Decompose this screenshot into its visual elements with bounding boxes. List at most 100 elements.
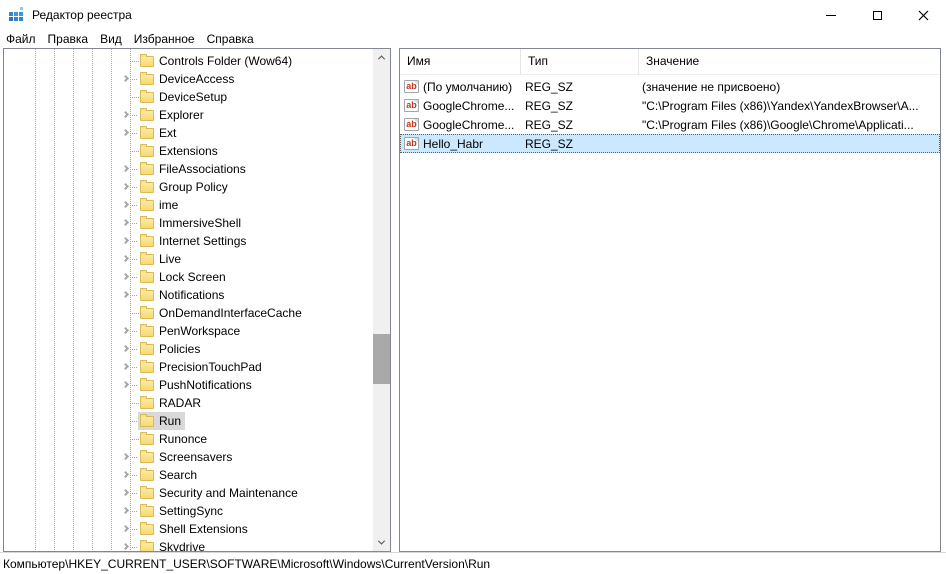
tree-item-content[interactable]: Shell Extensions: [138, 520, 252, 538]
tree-item-content[interactable]: DeviceAccess: [138, 70, 238, 88]
scroll-down-button[interactable]: [373, 534, 390, 551]
menu-item-file[interactable]: Файл: [0, 30, 42, 48]
tree-item-content[interactable]: Run: [138, 412, 186, 430]
column-header-type[interactable]: Тип: [521, 49, 639, 74]
tree-item-content[interactable]: PushNotifications: [138, 376, 256, 394]
tree-item-security-and-maintenance[interactable]: Security and Maintenance: [4, 484, 373, 502]
chevron-right-icon[interactable]: [121, 290, 130, 299]
tree-item-penworkspace[interactable]: PenWorkspace: [4, 322, 373, 340]
tree-item-content[interactable]: Policies: [138, 340, 204, 358]
chevron-right-icon[interactable]: [121, 344, 130, 353]
tree-item-content[interactable]: Runonce: [138, 430, 211, 448]
tree-item-devicesetup[interactable]: DeviceSetup: [4, 88, 373, 106]
tree-item-runonce[interactable]: Runonce: [4, 430, 373, 448]
tree-item-content[interactable]: FileAssociations: [138, 160, 250, 178]
chevron-right-icon[interactable]: [121, 236, 130, 245]
tree-item-content[interactable]: Notifications: [138, 286, 228, 304]
tree-item-explorer[interactable]: Explorer: [4, 106, 373, 124]
tree-item-content[interactable]: Security and Maintenance: [138, 484, 302, 502]
chevron-right-icon[interactable]: [121, 200, 130, 209]
tree-item-content[interactable]: Group Policy: [138, 178, 232, 196]
tree-item-extensions[interactable]: Extensions: [4, 142, 373, 160]
tree-item-fileassociations[interactable]: FileAssociations: [4, 160, 373, 178]
minimize-button[interactable]: [808, 0, 854, 30]
tree-item-content[interactable]: Controls Folder (Wow64): [138, 52, 296, 70]
tree-item-radar[interactable]: RADAR: [4, 394, 373, 412]
tree-item-content[interactable]: Extensions: [138, 142, 222, 160]
scrollbar-thumb[interactable]: [373, 334, 390, 384]
tree-item-group-policy[interactable]: Group Policy: [4, 178, 373, 196]
tree-item-content[interactable]: Ext: [138, 124, 180, 142]
panel-splitter[interactable]: [391, 48, 399, 552]
chevron-right-icon[interactable]: [121, 524, 130, 533]
tree-item-notifications[interactable]: Notifications: [4, 286, 373, 304]
chevron-right-icon[interactable]: [121, 218, 130, 227]
registry-value-row-googlechrome[interactable]: ab GoogleChrome... REG_SZ "C:\Program Files…: [400, 115, 940, 134]
tree-item-controls-folder-wow64[interactable]: Controls Folder (Wow64): [4, 52, 373, 70]
tree-item-shell-extensions[interactable]: Shell Extensions: [4, 520, 373, 538]
folder-icon: [140, 360, 154, 373]
tree-item-content[interactable]: DeviceSetup: [138, 88, 231, 106]
tree-item-ondemandinterfacecache[interactable]: OnDemandInterfaceCache: [4, 304, 373, 322]
tree-item-run[interactable]: Run: [4, 412, 373, 430]
menu-item-view[interactable]: Вид: [94, 30, 128, 48]
chevron-right-icon[interactable]: [121, 272, 130, 281]
tree-item-deviceaccess[interactable]: DeviceAccess: [4, 70, 373, 88]
tree-item-live[interactable]: Live: [4, 250, 373, 268]
registry-value-row-hello-habr[interactable]: ab Hello_Habr REG_SZ: [400, 134, 940, 153]
chevron-right-icon[interactable]: [121, 254, 130, 263]
maximize-button[interactable]: [854, 0, 900, 30]
chevron-right-icon[interactable]: [121, 182, 130, 191]
tree-item-internet-settings[interactable]: Internet Settings: [4, 232, 373, 250]
tree-item-content[interactable]: Lock Screen: [138, 268, 230, 286]
registry-value-row-value-0[interactable]: ab (По умолчанию) REG_SZ (значение не присв…: [400, 77, 940, 96]
tree-item-content[interactable]: Live: [138, 250, 185, 268]
chevron-right-icon[interactable]: [121, 488, 130, 497]
chevron-right-icon[interactable]: [121, 542, 130, 551]
tree-item-lock-screen[interactable]: Lock Screen: [4, 268, 373, 286]
tree-item-policies[interactable]: Policies: [4, 340, 373, 358]
chevron-right-icon[interactable]: [121, 380, 130, 389]
tree-scrollbar[interactable]: [373, 49, 390, 551]
tree-item-content[interactable]: Explorer: [138, 106, 208, 124]
tree-item-settingsync[interactable]: SettingSync: [4, 502, 373, 520]
chevron-right-icon[interactable]: [121, 110, 130, 119]
chevron-right-icon[interactable]: [121, 74, 130, 83]
tree-item-immersiveshell[interactable]: ImmersiveShell: [4, 214, 373, 232]
chevron-right-icon[interactable]: [121, 470, 130, 479]
tree-item-label: Explorer: [159, 108, 204, 122]
tree-item-pushnotifications[interactable]: PushNotifications: [4, 376, 373, 394]
tree-item-content[interactable]: ime: [138, 196, 182, 214]
tree-item-ext[interactable]: Ext: [4, 124, 373, 142]
chevron-right-icon[interactable]: [121, 164, 130, 173]
tree-item-precisiontouchpad[interactable]: PrecisionTouchPad: [4, 358, 373, 376]
registry-value-row-googlechrome[interactable]: ab GoogleChrome... REG_SZ "C:\Program Files…: [400, 96, 940, 115]
tree-item-content[interactable]: RADAR: [138, 394, 205, 412]
tree-item-content[interactable]: SettingSync: [138, 502, 227, 520]
tree-item-content[interactable]: Screensavers: [138, 448, 236, 466]
menu-item-favorites[interactable]: Избранное: [128, 30, 201, 48]
chevron-right-icon[interactable]: [121, 362, 130, 371]
tree-item-content[interactable]: PrecisionTouchPad: [138, 358, 266, 376]
scroll-up-button[interactable]: [373, 49, 390, 66]
chevron-right-icon[interactable]: [121, 506, 130, 515]
tree-item-content[interactable]: OnDemandInterfaceCache: [138, 304, 306, 322]
value-data: (значение не присвоено): [642, 79, 781, 94]
tree-item-content[interactable]: Internet Settings: [138, 232, 250, 250]
menu-item-edit[interactable]: Правка: [42, 30, 95, 48]
tree-item-search[interactable]: Search: [4, 466, 373, 484]
tree-item-content[interactable]: Search: [138, 466, 201, 484]
tree-item-content[interactable]: PenWorkspace: [138, 322, 244, 340]
tree-item-ime[interactable]: ime: [4, 196, 373, 214]
menu-item-help[interactable]: Справка: [201, 30, 260, 48]
close-button[interactable]: [900, 0, 946, 30]
chevron-right-icon[interactable]: [121, 128, 130, 137]
tree-item-content[interactable]: ImmersiveShell: [138, 214, 245, 232]
tree-item-content[interactable]: Skydrive: [138, 538, 209, 551]
chevron-right-icon[interactable]: [121, 326, 130, 335]
chevron-right-icon[interactable]: [121, 452, 130, 461]
column-header-value[interactable]: Значение: [639, 49, 940, 74]
tree-item-screensavers[interactable]: Screensavers: [4, 448, 373, 466]
column-header-name[interactable]: Имя: [400, 49, 521, 74]
tree-item-skydrive[interactable]: Skydrive: [4, 538, 373, 551]
